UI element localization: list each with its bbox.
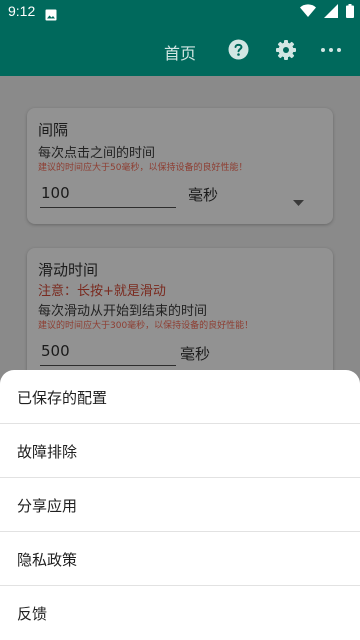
- menu-item-label: 已保存的配置: [17, 389, 108, 407]
- swipe-unit-select[interactable]: 毫秒: [180, 343, 210, 364]
- interval-hint: 建议的时间应大于50毫秒，以保持设备的良好性能！: [38, 163, 248, 173]
- menu-item-label: 故障排除: [17, 443, 78, 461]
- swipe-description: 每次滑动从开始到结束的时间: [38, 304, 208, 319]
- wifi-icon: [297, 4, 316, 23]
- menu-item-feedback[interactable]: 反馈: [0, 586, 360, 640]
- interval-title: 间隔: [38, 121, 69, 139]
- swipe-hint: 建议的时间应大于300毫秒，以保持设备的良好性能！: [38, 321, 254, 331]
- app-bar: 首页: [0, 24, 360, 76]
- menu-item-label: 反馈: [17, 605, 48, 623]
- swipe-title: 滑动时间: [38, 261, 99, 279]
- menu-item-label: 隐私政策: [17, 551, 78, 569]
- menu-item-troubleshooting[interactable]: 故障排除: [0, 424, 360, 478]
- swipe-warning: 注意：长按+就是滑动: [38, 284, 166, 299]
- status-time: 9:12: [8, 3, 36, 19]
- interval-unit-select[interactable]: 毫秒: [188, 184, 218, 205]
- signal-icon: [321, 4, 338, 23]
- status-icons: [297, 4, 354, 23]
- interval-description: 每次点击之间的时间: [38, 146, 156, 161]
- menu-item-share-app[interactable]: 分享应用: [0, 478, 360, 532]
- interval-input[interactable]: 100: [40, 180, 176, 208]
- more-icon[interactable]: [320, 40, 342, 64]
- home-button[interactable]: 首页: [164, 40, 196, 64]
- swipe-card: 滑动时间 注意：长按+就是滑动 每次滑动从开始到结束的时间 建议的时间应大于30…: [27, 248, 333, 388]
- status-bar: 9:12: [0, 0, 360, 24]
- help-icon[interactable]: [228, 39, 249, 64]
- menu-item-saved-config[interactable]: 已保存的配置: [0, 370, 360, 424]
- gear-icon[interactable]: [275, 39, 297, 65]
- battery-icon: [343, 4, 354, 23]
- image-icon: [45, 6, 57, 25]
- dropdown-arrow-icon[interactable]: [293, 191, 304, 210]
- swipe-input[interactable]: 500: [40, 338, 176, 366]
- menu-item-privacy-policy[interactable]: 隐私政策: [0, 532, 360, 586]
- bottom-sheet-menu: 已保存的配置 故障排除 分享应用 隐私政策 反馈: [0, 370, 360, 640]
- interval-card: 间隔 每次点击之间的时间 建议的时间应大于50毫秒，以保持设备的良好性能！ 10…: [27, 108, 333, 224]
- menu-item-label: 分享应用: [17, 497, 78, 515]
